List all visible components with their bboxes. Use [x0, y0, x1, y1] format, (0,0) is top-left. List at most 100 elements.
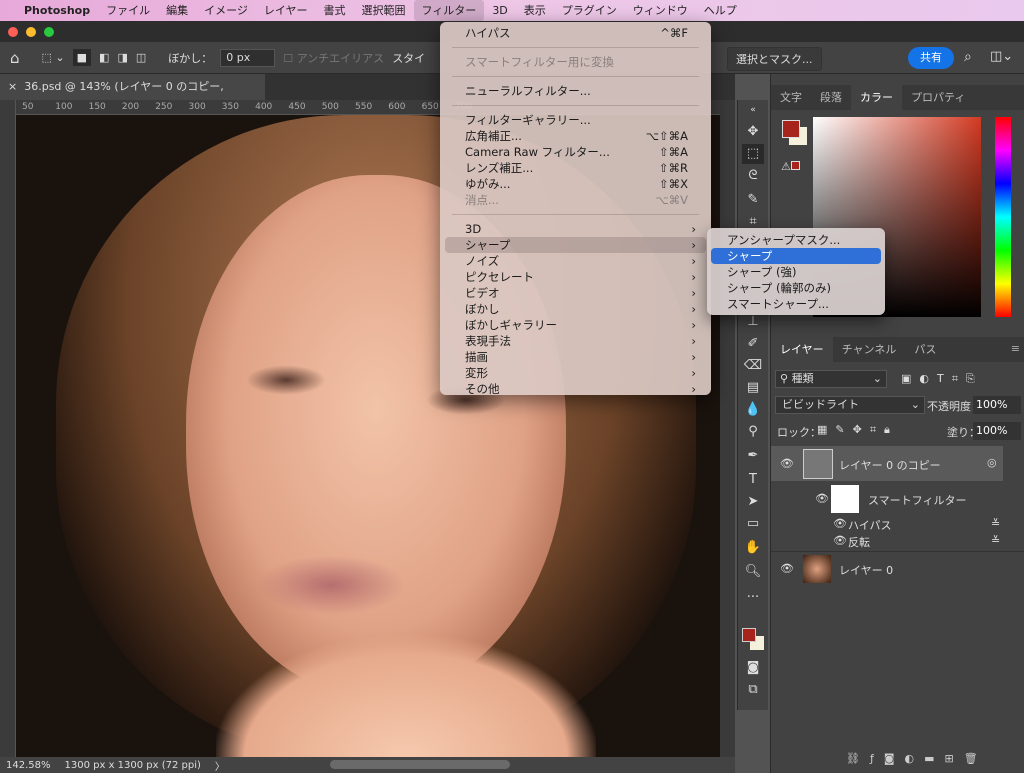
layer-row-selected[interactable]: 👁︎ レイヤー 0 のコピー ◎: [771, 446, 1003, 481]
filter-menu-item[interactable]: 広角補正... ⌥⇧⌘A: [445, 128, 706, 144]
panel-tab[interactable]: チャンネル: [833, 337, 906, 362]
menu-0[interactable]: Photoshop: [16, 0, 98, 21]
collapse-panels-icon[interactable]: «: [742, 100, 764, 120]
horizontal-scrollbar[interactable]: [330, 760, 510, 769]
foreground-color-swatch[interactable]: [742, 628, 756, 642]
share-button[interactable]: 共有: [908, 47, 954, 69]
submenu-item[interactable]: シャープ: [711, 248, 881, 264]
minimize-window-button[interactable]: [26, 27, 36, 37]
apple-menu-icon[interactable]: [0, 0, 16, 21]
layer-filter-select[interactable]: ⚲ 種類 ⌄: [775, 370, 887, 388]
menu-12[interactable]: ヘルプ: [696, 0, 745, 21]
smart-filters-row[interactable]: 👁︎ スマートフィルター: [771, 482, 1024, 516]
opacity-input[interactable]: 100%: [973, 396, 1021, 414]
filter-blending-options-icon[interactable]: ≚: [991, 534, 1000, 547]
filter-menu-item[interactable]: ぼかし ›: [445, 301, 706, 317]
zoom-level[interactable]: 142.58%: [6, 760, 51, 771]
menu-5[interactable]: 書式: [316, 0, 354, 21]
submenu-item[interactable]: アンシャープマスク...: [711, 232, 881, 248]
visibility-eye-icon[interactable]: 👁︎: [815, 492, 829, 505]
feather-input[interactable]: 0 px: [220, 48, 276, 67]
menu-10[interactable]: プラグイン: [554, 0, 625, 21]
foreground-color-swatch[interactable]: [782, 120, 800, 138]
menu-7[interactable]: フィルター: [413, 0, 485, 21]
layer-row[interactable]: 👁︎ レイヤー 0: [771, 551, 1024, 585]
menu-1[interactable]: ファイル: [98, 0, 158, 21]
smart-filter-item[interactable]: 👁︎ 反転 ≚: [771, 533, 1024, 549]
submenu-item[interactable]: シャープ (強): [711, 264, 881, 280]
filter-menu-item[interactable]: ハイパス ^⌘F: [445, 25, 706, 41]
type-tool-icon[interactable]: T: [742, 470, 764, 490]
search-icon[interactable]: ⌕: [964, 49, 972, 65]
filter-menu-item[interactable]: 表現手法 ›: [445, 333, 706, 349]
document-tab[interactable]: × 36.psd @ 143% (レイヤー 0 のコピー, RGB/8) *: [0, 74, 265, 119]
antialias-checkbox[interactable]: ☐ アンチエイリアス: [283, 50, 384, 66]
smart-filter-toggle-icon[interactable]: ◎: [987, 456, 997, 469]
blend-mode-select[interactable]: ビビッドライト ⌄: [775, 396, 925, 414]
panel-tab[interactable]: 段落: [811, 85, 851, 110]
marquee-tool-preset-icon[interactable]: ⬚ ⌄: [42, 51, 65, 64]
hue-slider[interactable]: [995, 117, 1011, 317]
visibility-eye-icon[interactable]: 👁︎: [833, 534, 847, 547]
filter-menu-item[interactable]: スマートフィルター用に変換: [445, 54, 706, 70]
menu-8[interactable]: 3D: [484, 0, 515, 21]
hand-tool-icon[interactable]: ✋: [742, 538, 764, 558]
filter-menu-item[interactable]: ピクセレート ›: [445, 269, 706, 285]
visibility-eye-icon[interactable]: 👁︎: [780, 562, 794, 575]
panel-tab[interactable]: プロパティ: [902, 85, 974, 110]
path-selection-icon[interactable]: ➤: [742, 492, 764, 512]
lasso-tool-icon[interactable]: ᘓ: [742, 166, 764, 186]
blur-tool-icon[interactable]: 💧: [742, 400, 764, 420]
layer-actions[interactable]: ⛓ƒ◙◐▬⊞🗑︎: [846, 752, 988, 765]
subtract-selection-icon[interactable]: ◨: [117, 51, 127, 64]
add-selection-icon[interactable]: ◧: [99, 51, 109, 64]
history-brush-icon[interactable]: ✐: [742, 334, 764, 354]
filter-menu-item[interactable]: シャープ ›: [445, 237, 706, 253]
gamut-warning-icon[interactable]: ⚠: [781, 160, 800, 173]
eraser-tool-icon[interactable]: ⌫: [742, 356, 764, 376]
filter-menu-item[interactable]: Camera Raw フィルター... ⇧⌘A: [445, 144, 706, 160]
stamp-tool-icon[interactable]: ⊥: [742, 312, 764, 332]
new-selection-icon[interactable]: ■: [72, 49, 92, 66]
filter-menu-item[interactable]: ゆがみ... ⇧⌘X: [445, 176, 706, 192]
filter-menu-item[interactable]: その他 ›: [445, 381, 706, 397]
filter-menu-item[interactable]: ぼかしギャラリー ›: [445, 317, 706, 333]
panel-menu-icon[interactable]: ≡: [1011, 342, 1020, 355]
filter-menu-item[interactable]: ニューラルフィルター...: [445, 83, 706, 99]
menu-3[interactable]: イメージ: [196, 0, 256, 21]
menu-6[interactable]: 選択範囲: [354, 0, 414, 21]
filter-menu-item[interactable]: 3D ›: [445, 221, 706, 237]
status-expand-button[interactable]: 〉: [215, 758, 225, 773]
vertical-scrollbar[interactable]: [720, 100, 735, 757]
gradient-tool-icon[interactable]: ▤: [742, 378, 764, 398]
close-tab-icon[interactable]: ×: [8, 80, 17, 93]
visibility-eye-icon[interactable]: 👁︎: [780, 457, 794, 470]
dodge-tool-icon[interactable]: ⚲: [742, 422, 764, 442]
smart-filter-item[interactable]: 👁︎ ハイパス ≚: [771, 516, 1024, 532]
close-window-button[interactable]: [8, 27, 18, 37]
filter-menu-item[interactable]: ビデオ ›: [445, 285, 706, 301]
filter-menu-item[interactable]: 消点... ⌥⌘V: [445, 192, 706, 208]
filter-blending-options-icon[interactable]: ≚: [991, 517, 1000, 530]
menu-4[interactable]: レイヤー: [256, 0, 316, 21]
quick-mask-icon[interactable]: ◙: [742, 658, 764, 678]
layer-filter-icons[interactable]: ▣◐T⌗⎘: [901, 372, 983, 386]
menu-11[interactable]: ウィンドウ: [625, 0, 696, 21]
visibility-eye-icon[interactable]: 👁︎: [833, 517, 847, 530]
pen-tool-icon[interactable]: ✒: [742, 446, 764, 466]
zoom-window-button[interactable]: [44, 27, 54, 37]
home-icon[interactable]: ⌂: [10, 49, 20, 67]
more-tools-icon[interactable]: ···: [742, 588, 764, 608]
intersect-selection-icon[interactable]: ◫: [136, 51, 146, 64]
rectangle-tool-icon[interactable]: ▭: [742, 514, 764, 534]
lock-icons[interactable]: ▦✎✥⌗🔒︎: [817, 423, 898, 437]
menu-2[interactable]: 編集: [158, 0, 196, 21]
filter-menu-item[interactable]: レンズ補正... ⇧⌘R: [445, 160, 706, 176]
move-tool-icon[interactable]: ✥: [742, 122, 764, 142]
marquee-tool-icon[interactable]: ⬚: [742, 144, 764, 164]
select-and-mask-button[interactable]: 選択とマスク...: [727, 47, 822, 71]
filter-menu-item[interactable]: フィルターギャラリー...: [445, 112, 706, 128]
filter-menu-item[interactable]: 描画 ›: [445, 349, 706, 365]
submenu-item[interactable]: シャープ (輪郭のみ): [711, 280, 881, 296]
fill-input[interactable]: 100%: [973, 422, 1021, 440]
